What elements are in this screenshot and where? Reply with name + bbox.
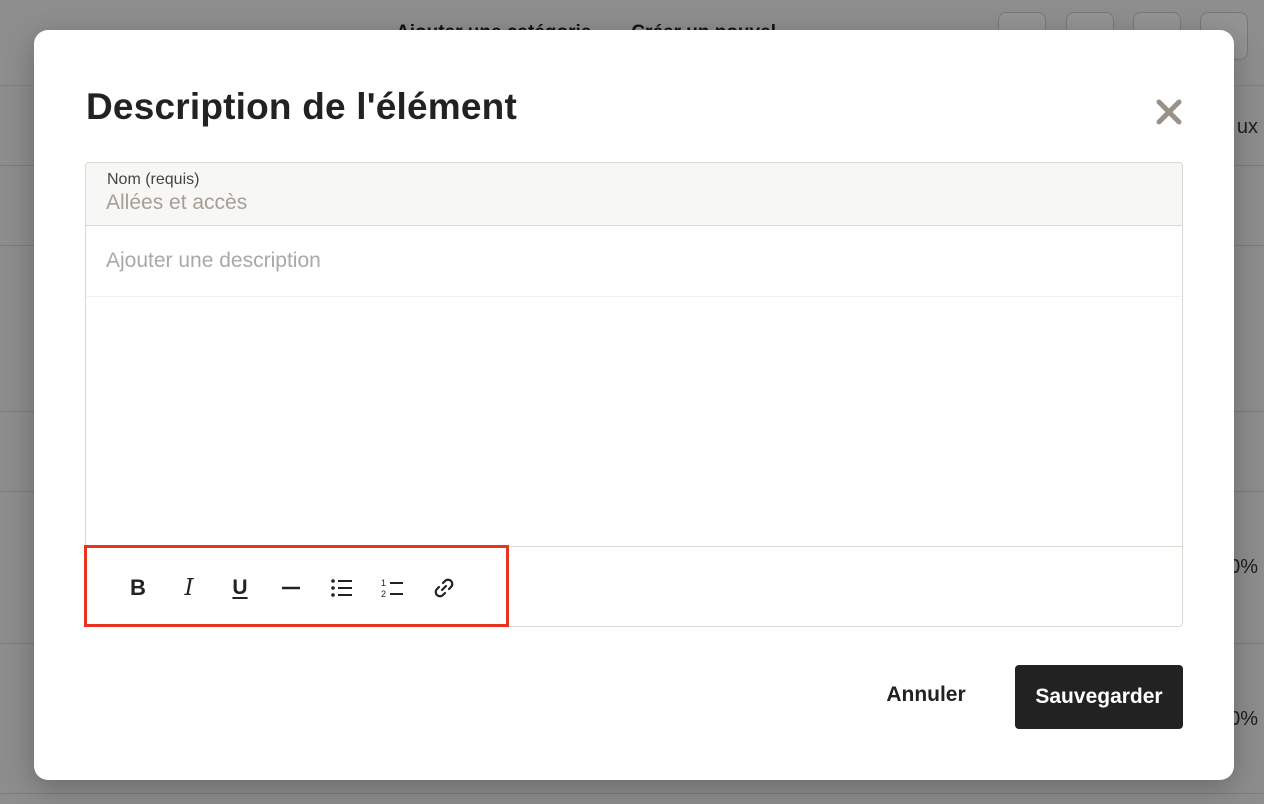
underline-button[interactable]: U	[223, 571, 257, 605]
item-editor: Nom (requis) Allées et accès Ajouter une…	[84, 162, 1183, 627]
name-input[interactable]: Allées et accès	[106, 191, 1156, 215]
numbered-list-icon: 1 2	[381, 578, 403, 599]
save-button[interactable]: Sauvegarder	[1015, 665, 1183, 729]
description-divider	[86, 296, 1182, 297]
description-modal: Description de l'élément Nom (requis) Al…	[34, 30, 1234, 780]
italic-icon: I	[184, 575, 194, 601]
name-field-label: Nom (requis)	[107, 171, 200, 188]
formatting-toolbar: B I U 1 2	[84, 545, 1182, 627]
underline-icon: U	[232, 576, 248, 599]
link-icon	[434, 578, 454, 598]
cancel-button[interactable]: Annuler	[874, 670, 978, 720]
bullet-list-button[interactable]	[325, 571, 359, 605]
numbered-list-button[interactable]: 1 2	[376, 571, 410, 605]
horizontal-rule-button[interactable]	[274, 571, 308, 605]
name-field[interactable]: Nom (requis) Allées et accès	[86, 163, 1182, 226]
modal-title: Description de l'élément	[86, 86, 517, 127]
bullet-list-icon	[331, 579, 352, 597]
svg-text:2: 2	[381, 589, 386, 599]
horizontal-rule-icon	[282, 586, 300, 590]
close-button[interactable]	[1149, 92, 1189, 132]
bold-icon: B	[130, 575, 146, 600]
close-icon	[1156, 99, 1182, 125]
description-placeholder: Ajouter une description	[106, 249, 321, 272]
link-button[interactable]	[427, 571, 461, 605]
bold-button[interactable]: B	[121, 571, 155, 605]
svg-text:1: 1	[381, 578, 386, 588]
italic-button[interactable]: I	[172, 571, 206, 605]
description-editor[interactable]: Ajouter une description	[86, 227, 1182, 545]
